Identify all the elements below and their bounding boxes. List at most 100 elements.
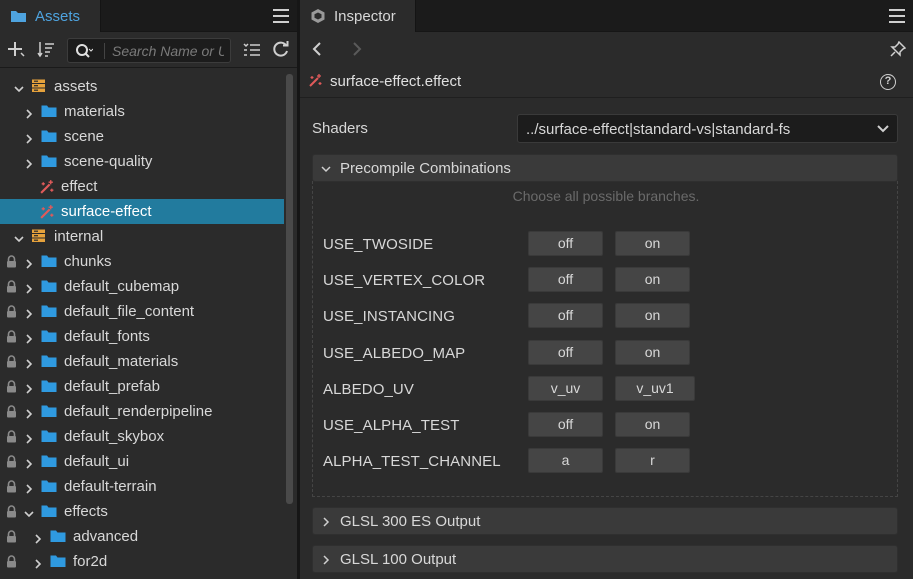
search-icon[interactable] <box>75 43 93 59</box>
effect-icon <box>39 179 55 194</box>
sort-icon[interactable] <box>36 40 56 60</box>
tree-item-scene-quality[interactable]: scene-quality <box>0 149 284 174</box>
tree-item-internal[interactable]: internal <box>0 224 284 249</box>
chevron-down-icon[interactable] <box>14 81 24 93</box>
option-button-v_uv1[interactable]: v_uv1 <box>615 376 695 401</box>
add-icon[interactable] <box>6 40 26 60</box>
chevron-down-icon[interactable] <box>14 231 24 243</box>
folder-icon <box>41 354 57 368</box>
tree-item-default_materials[interactable]: default_materials <box>0 349 284 374</box>
tree-item-advanced[interactable]: advanced <box>0 524 284 549</box>
tree-item-default_skybox[interactable]: default_skybox <box>0 424 284 449</box>
chevron-right-icon[interactable] <box>24 406 34 419</box>
tab-assets[interactable]: Assets <box>0 0 101 32</box>
tree-item-label: default_ui <box>64 453 130 470</box>
assets-menu-icon[interactable] <box>273 9 289 23</box>
tree-item-surface-effect[interactable]: surface-effect <box>0 199 284 224</box>
tree-item-default_fonts[interactable]: default_fonts <box>0 324 284 349</box>
chevron-down-icon <box>877 125 889 133</box>
chevron-right-icon[interactable] <box>24 281 34 294</box>
asset-tree-scrollbar[interactable] <box>286 74 293 504</box>
option-button-on[interactable]: on <box>615 231 690 256</box>
database-icon <box>31 229 47 243</box>
glsl100-section-header[interactable]: GLSL 100 Output <box>312 545 898 573</box>
refresh-icon[interactable] <box>271 40 291 60</box>
tree-item-effect[interactable]: effect <box>0 174 284 199</box>
chevron-right-icon[interactable] <box>24 431 34 444</box>
tree-item-label: default_fonts <box>64 328 150 345</box>
tree-item-scene[interactable]: scene <box>0 124 284 149</box>
tree-item-assets[interactable]: assets <box>0 74 284 99</box>
back-icon[interactable] <box>311 42 323 56</box>
tree-item-default_ui[interactable]: default_ui <box>0 449 284 474</box>
option-button-on[interactable]: on <box>615 267 690 292</box>
tab-inspector[interactable]: Inspector <box>300 0 416 32</box>
folder-icon <box>41 154 57 168</box>
collapse-all-icon[interactable] <box>242 40 262 60</box>
option-button-on[interactable]: on <box>615 340 690 365</box>
tree-item-default_prefab[interactable]: default_prefab <box>0 374 284 399</box>
option-button-v_uv[interactable]: v_uv <box>528 376 603 401</box>
chevron-right-icon[interactable] <box>24 156 34 169</box>
help-icon[interactable]: ? <box>880 74 896 90</box>
precompile-section-label: Precompile Combinations <box>340 160 511 177</box>
tree-item-materials[interactable]: materials <box>0 99 284 124</box>
tree-item-chunks[interactable]: chunks <box>0 249 284 274</box>
tree-item-label: default_file_content <box>64 303 195 320</box>
option-button-off[interactable]: off <box>528 340 603 365</box>
tree-item-label: surface-effect <box>61 203 152 220</box>
pin-icon[interactable] <box>890 41 906 57</box>
chevron-right-icon[interactable] <box>33 556 43 569</box>
chevron-right-icon[interactable] <box>24 481 34 494</box>
chevron-right-icon[interactable] <box>24 131 34 144</box>
shaders-select[interactable]: ../surface-effect|standard-vs|standard-f… <box>517 114 898 143</box>
chevron-right-icon[interactable] <box>24 356 34 369</box>
chevron-right-icon <box>323 555 330 565</box>
folder-icon <box>41 254 57 268</box>
tree-item-default_cubemap[interactable]: default_cubemap <box>0 274 284 299</box>
shaders-label: Shaders <box>312 120 368 137</box>
glsl300-section-header[interactable]: GLSL 300 ES Output <box>312 507 898 535</box>
precompile-section-header[interactable]: Precompile Combinations <box>312 154 898 182</box>
option-button-on[interactable]: on <box>615 303 690 328</box>
assets-toolbar <box>0 32 297 68</box>
option-button-off[interactable]: off <box>528 303 603 328</box>
option-button-off[interactable]: off <box>528 267 603 292</box>
folder-icon <box>41 104 57 118</box>
effect-icon <box>309 74 322 87</box>
define-row-use_albedo_map: USE_ALBEDO_MAP off on <box>323 340 883 366</box>
tree-item-label: assets <box>54 78 98 95</box>
tree-item-default-terrain[interactable]: default-terrain <box>0 474 284 499</box>
chevron-right-icon[interactable] <box>24 381 34 394</box>
option-button-off[interactable]: off <box>528 412 603 437</box>
chevron-down-icon[interactable] <box>24 506 34 518</box>
lock-icon <box>6 405 17 418</box>
folder-icon <box>41 304 57 318</box>
forward-icon[interactable] <box>351 42 363 56</box>
define-label: USE_INSTANCING <box>323 308 455 325</box>
inspector-title: surface-effect.effect <box>330 73 462 90</box>
define-label: ALBEDO_UV <box>323 381 414 398</box>
chevron-right-icon[interactable] <box>24 106 34 119</box>
search-input[interactable] <box>112 42 224 60</box>
lock-icon <box>6 355 17 368</box>
inspector-menu-icon[interactable] <box>889 9 905 23</box>
folder-icon <box>41 404 57 418</box>
chevron-right-icon[interactable] <box>24 331 34 344</box>
chevron-right-icon[interactable] <box>24 306 34 319</box>
chevron-right-icon[interactable] <box>24 456 34 469</box>
chevron-down-icon <box>321 166 331 173</box>
tree-item-default_file_content[interactable]: default_file_content <box>0 299 284 324</box>
lock-icon <box>6 480 17 493</box>
option-button-off[interactable]: off <box>528 231 603 256</box>
option-button-a[interactable]: a <box>528 448 603 473</box>
tree-item-effects[interactable]: effects <box>0 499 284 524</box>
tab-assets-label: Assets <box>35 7 81 25</box>
chevron-right-icon[interactable] <box>33 531 43 544</box>
option-button-r[interactable]: r <box>615 448 690 473</box>
chevron-right-icon[interactable] <box>24 256 34 269</box>
tree-item-default_renderpipeline[interactable]: default_renderpipeline <box>0 399 284 424</box>
tree-item-for2d[interactable]: for2d <box>0 549 284 574</box>
option-button-on[interactable]: on <box>615 412 690 437</box>
search-box[interactable] <box>67 38 231 63</box>
